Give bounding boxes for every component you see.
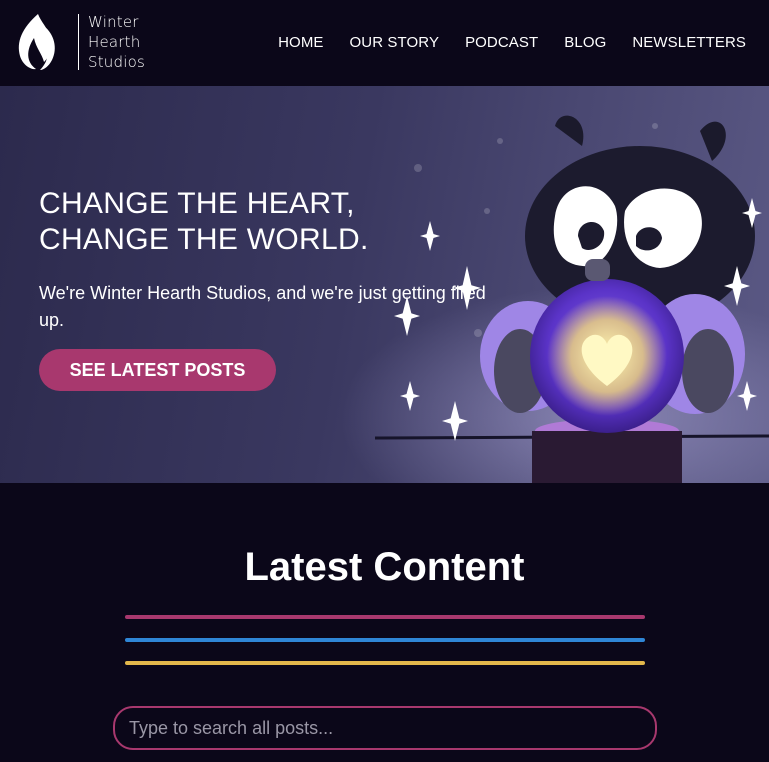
logo-line: Hearth	[88, 33, 141, 51]
site-logo[interactable]: Winter Hearth Studios	[14, 12, 145, 74]
main-nav: HOME OUR STORY PODCAST BLOG NEWSLETTERS	[252, 34, 746, 51]
divider-yellow	[125, 661, 645, 665]
logo-line: Studios	[88, 53, 145, 71]
hero-banner: CHANGE THE HEART, CHANGE THE WORLD. We'r…	[0, 86, 769, 483]
see-latest-posts-button[interactable]: SEE LATEST POSTS	[39, 349, 276, 391]
search-box	[113, 706, 657, 750]
hero-subtitle: We're Winter Hearth Studios, and we're j…	[39, 283, 486, 330]
site-header: Winter Hearth Studios HOME OUR STORY POD…	[0, 0, 769, 86]
divider-pink	[125, 615, 645, 619]
nav-blog[interactable]: BLOG	[564, 34, 606, 51]
logo-wordmark: Winter Hearth Studios	[88, 12, 148, 72]
hero-title: CHANGE THE HEART, CHANGE THE WORLD.	[39, 186, 459, 258]
flame-logo-icon	[18, 14, 55, 70]
logo-line: Winter	[88, 13, 139, 31]
search-input[interactable]	[115, 708, 655, 748]
divider-blue	[125, 638, 645, 642]
nav-home[interactable]: HOME	[278, 34, 323, 51]
hero-title-line: CHANGE THE HEART,	[39, 187, 355, 220]
logo-divider	[78, 14, 79, 70]
nav-our-story[interactable]: OUR STORY	[350, 34, 440, 51]
hero-title-line: CHANGE THE WORLD.	[39, 223, 369, 256]
nav-podcast[interactable]: PODCAST	[465, 34, 538, 51]
section-title: Latest Content	[244, 545, 525, 589]
nav-newsletters[interactable]: NEWSLETTERS	[632, 34, 746, 51]
